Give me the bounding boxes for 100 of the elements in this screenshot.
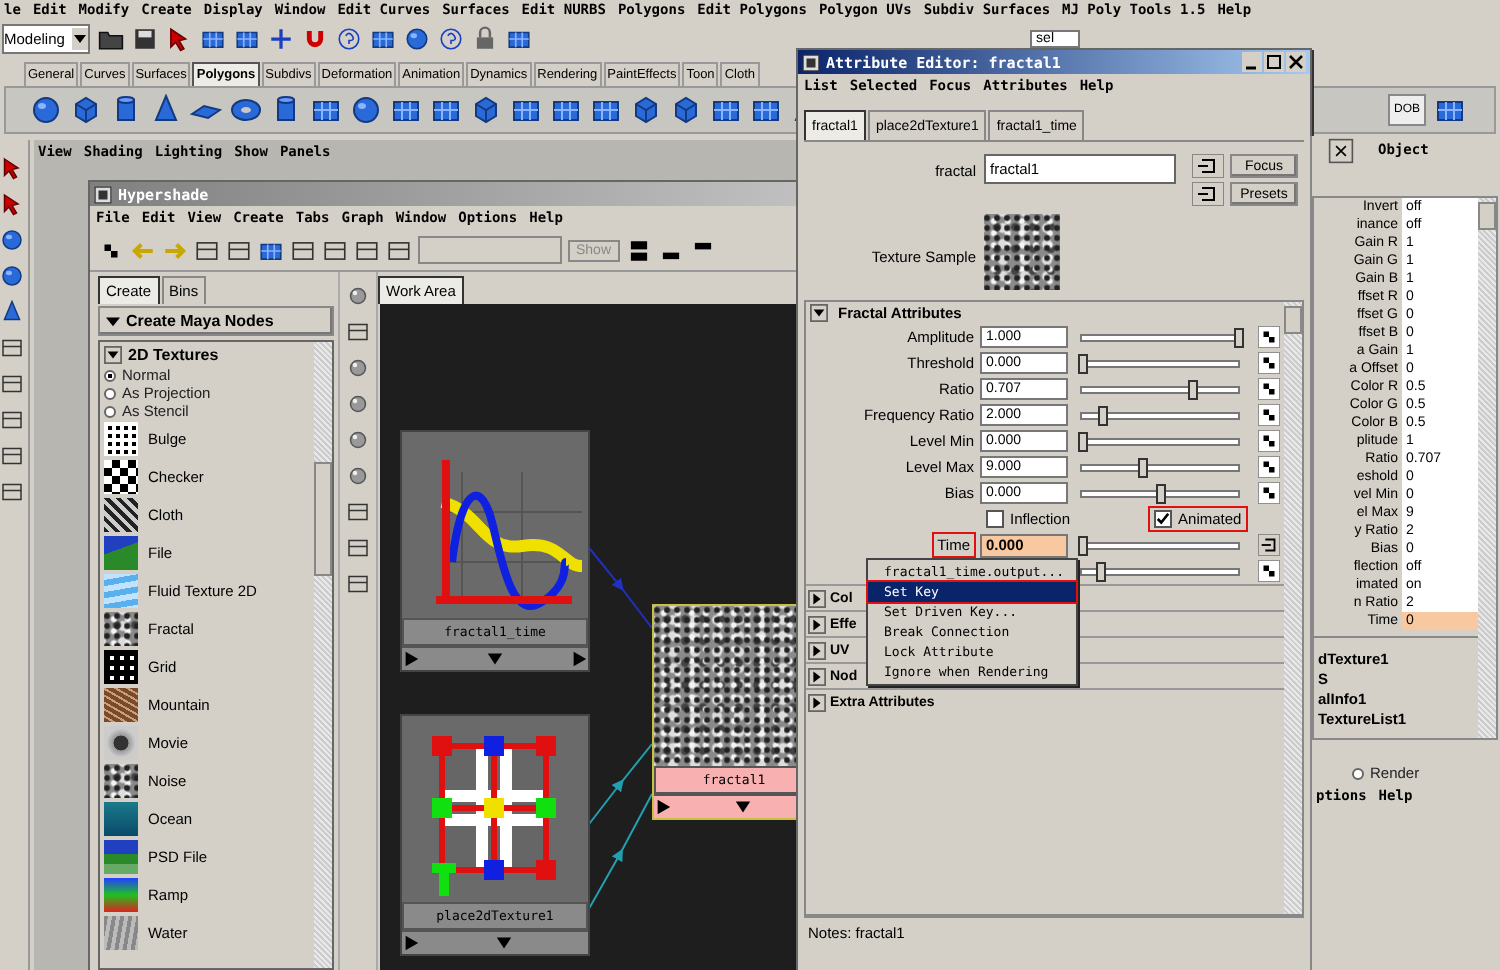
select-arrow-icon[interactable] (0, 156, 24, 180)
checker-map-icon[interactable] (1258, 560, 1280, 582)
texture-swatch-icon[interactable] (104, 574, 138, 608)
texture-swatch-icon[interactable] (104, 688, 138, 722)
output-connection-icon[interactable] (1192, 182, 1224, 206)
expand-arrow-icon[interactable] (808, 641, 826, 659)
checker-map-icon[interactable] (1258, 378, 1280, 400)
slider-thumb[interactable] (1078, 353, 1088, 373)
cone-icon[interactable] (0, 300, 24, 324)
save-icon[interactable] (132, 25, 158, 51)
play-icon[interactable] (654, 798, 672, 816)
checker-map-icon[interactable] (1258, 404, 1280, 426)
checker-map-icon[interactable] (1258, 352, 1280, 374)
select-arrow-icon[interactable] (166, 25, 192, 51)
slider-thumb[interactable] (1234, 327, 1244, 347)
expand-arrow-icon[interactable] (808, 693, 826, 711)
layout-icon[interactable] (346, 500, 370, 524)
cube-icon[interactable] (630, 94, 662, 126)
layout-icon[interactable] (290, 237, 316, 263)
close-icon[interactable] (1286, 52, 1306, 72)
plus-icon[interactable] (268, 25, 294, 51)
checker-map-icon[interactable] (1258, 430, 1280, 452)
cube-icon[interactable] (470, 94, 502, 126)
texture-swatch-icon[interactable] (104, 498, 138, 532)
texture-swatch-icon[interactable] (104, 650, 138, 684)
layout-icon[interactable] (354, 237, 380, 263)
scroll-bar[interactable] (1284, 302, 1302, 914)
scroll-bar[interactable] (314, 342, 332, 968)
sphere-icon[interactable] (346, 356, 370, 380)
sphere-icon[interactable] (346, 428, 370, 452)
layout-icon[interactable] (322, 237, 348, 263)
slider-thumb[interactable] (1098, 405, 1109, 425)
texture-swatch-icon[interactable] (104, 422, 138, 456)
sphere-icon[interactable] (0, 264, 24, 288)
lock-icon[interactable] (472, 25, 498, 51)
layout-icon[interactable] (0, 408, 24, 432)
sphere-icon[interactable] (346, 464, 370, 488)
magnet-icon[interactable] (302, 25, 328, 51)
window-icon (94, 185, 112, 203)
cube-icon[interactable] (70, 94, 102, 126)
cube-icon[interactable] (670, 94, 702, 126)
sphere-icon[interactable] (30, 94, 62, 126)
maximize-icon[interactable] (1264, 52, 1284, 72)
play-icon[interactable] (402, 934, 420, 952)
checker-map-icon[interactable] (1258, 482, 1280, 504)
layout-icon[interactable] (226, 237, 252, 263)
layout-icon[interactable] (0, 480, 24, 504)
texture-swatch-icon[interactable] (104, 460, 138, 494)
sphere-icon[interactable] (0, 228, 24, 252)
layout-icon[interactable] (0, 444, 24, 468)
slider-thumb[interactable] (1096, 561, 1107, 581)
slider-thumb[interactable] (1137, 457, 1148, 477)
input-connection-icon[interactable] (1258, 534, 1280, 556)
input-connection-icon[interactable] (1192, 154, 1224, 178)
section-header[interactable]: Create Maya Nodes (98, 306, 334, 336)
checker-map-icon[interactable] (1258, 326, 1280, 348)
cone-icon[interactable] (150, 94, 182, 126)
layout-icon[interactable] (194, 237, 220, 263)
sphere-icon[interactable] (346, 284, 370, 308)
torus-icon[interactable] (230, 94, 262, 126)
slider-thumb[interactable] (1078, 431, 1088, 451)
checker-map-icon[interactable] (1258, 456, 1280, 478)
layout-icon[interactable] (346, 320, 370, 344)
collapse-arrow-icon[interactable] (104, 346, 122, 364)
slider-thumb[interactable] (1156, 483, 1166, 503)
sphere-icon[interactable] (350, 94, 382, 126)
window-icon (802, 53, 820, 71)
layout-icon[interactable] (386, 237, 412, 263)
texture-swatch-icon[interactable] (104, 878, 138, 912)
help-icon[interactable] (336, 25, 362, 51)
check-icon (1156, 512, 1171, 526)
layout-icon[interactable] (346, 536, 370, 560)
expand-arrow-icon[interactable] (808, 667, 826, 685)
texture-swatch-icon[interactable] (104, 536, 138, 570)
play-icon[interactable] (402, 650, 420, 668)
minimize-icon[interactable] (1242, 52, 1262, 72)
layout-icon[interactable] (625, 237, 652, 263)
play-icon[interactable] (570, 650, 588, 668)
layout-icon[interactable] (0, 336, 24, 360)
texture-swatch-icon[interactable] (104, 726, 138, 760)
help-icon[interactable] (438, 25, 464, 51)
slider-thumb[interactable] (1187, 379, 1198, 399)
texture-swatch-icon[interactable] (104, 764, 138, 798)
scroll-bar[interactable] (1478, 198, 1496, 738)
sphere-icon[interactable] (346, 392, 370, 416)
slider-thumb[interactable] (1078, 535, 1088, 555)
expand-arrow-icon[interactable] (808, 615, 826, 633)
layout-icon[interactable] (0, 372, 24, 396)
texture-swatch-icon[interactable] (104, 840, 138, 874)
texture-sample-swatch (984, 214, 1060, 290)
search-field[interactable] (418, 236, 562, 264)
texture-swatch-icon[interactable] (104, 802, 138, 836)
layout-icon[interactable] (346, 572, 370, 596)
sphere-icon[interactable] (404, 25, 430, 51)
texture-swatch-icon[interactable] (104, 916, 138, 950)
texture-swatch-icon[interactable] (104, 612, 138, 646)
close-icon[interactable] (1328, 137, 1354, 163)
collapse-arrow-icon[interactable] (810, 304, 828, 322)
expand-arrow-icon[interactable] (808, 589, 826, 607)
select-arrow-icon[interactable] (0, 192, 24, 216)
